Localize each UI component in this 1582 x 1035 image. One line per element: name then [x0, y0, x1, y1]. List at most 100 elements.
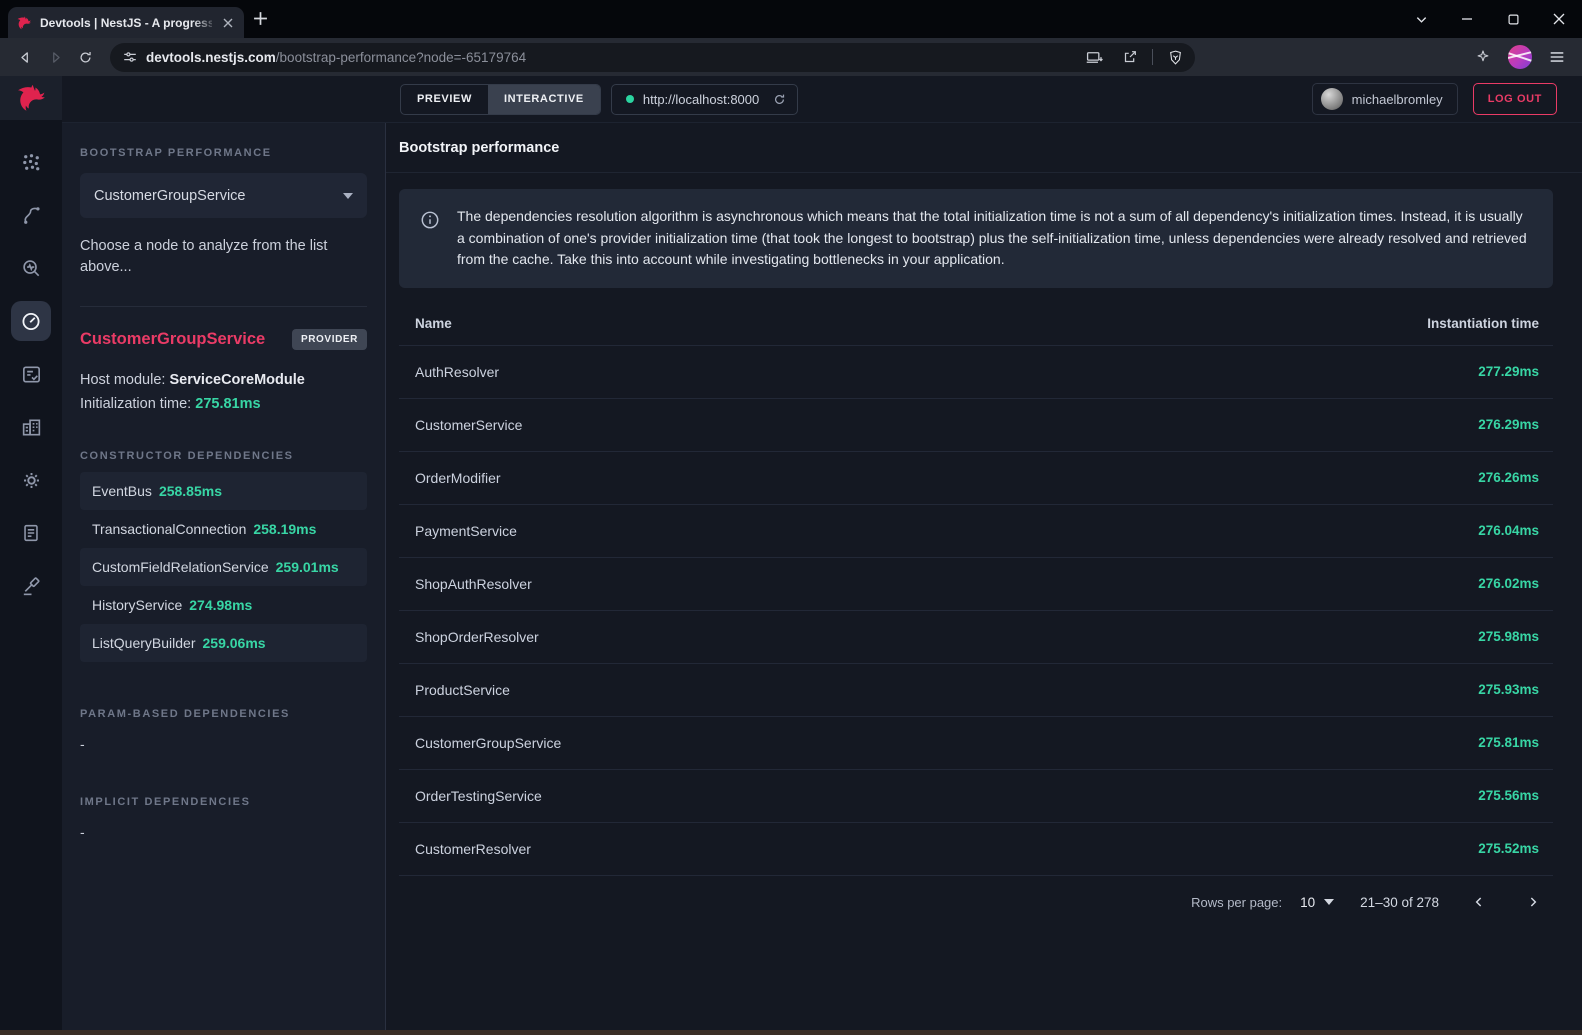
settings-icon[interactable] — [11, 460, 51, 500]
dependency-name: TransactionalConnection — [92, 521, 246, 537]
send-to-device-icon[interactable] — [1080, 44, 1108, 70]
performance-icon[interactable] — [11, 301, 51, 341]
row-name: CustomerGroupService — [415, 735, 1478, 751]
dependency-name: HistoryService — [92, 597, 182, 613]
info-text: The dependencies resolution algorithm is… — [457, 206, 1533, 271]
dependency-time: 258.85ms — [159, 483, 222, 499]
graph-icon[interactable] — [11, 142, 51, 182]
row-name: ProductService — [415, 682, 1478, 698]
url-host: devtools.nestjs.com — [146, 50, 276, 65]
dependency-item[interactable]: CustomFieldRelationService 259.01ms — [80, 548, 367, 586]
back-button[interactable] — [10, 42, 40, 72]
brave-shield-icon[interactable] — [1161, 44, 1189, 70]
browser-tab[interactable]: Devtools | NestJS - A progressive — [8, 7, 244, 38]
dependency-name: EventBus — [92, 483, 152, 499]
dependency-item[interactable]: TransactionalConnection 258.19ms — [80, 510, 367, 548]
table-row[interactable]: ProductService 275.93ms — [399, 663, 1553, 716]
forward-button[interactable] — [40, 42, 70, 72]
row-name: PaymentService — [415, 523, 1478, 539]
column-name: Name — [415, 316, 1427, 331]
panel-heading: BOOTSTRAP PERFORMANCE — [80, 147, 367, 159]
table-row[interactable]: OrderModifier 276.26ms — [399, 451, 1553, 504]
table-row[interactable]: PaymentService 276.04ms — [399, 504, 1553, 557]
user-chip[interactable]: michaelbromley — [1312, 83, 1458, 115]
window-minimize-button[interactable] — [1444, 0, 1490, 38]
audit-icon[interactable] — [11, 354, 51, 394]
browser-menu-icon[interactable] — [1542, 42, 1572, 72]
row-time: 275.98ms — [1478, 629, 1539, 644]
window-maximize-button[interactable] — [1490, 0, 1536, 38]
next-page-button[interactable] — [1519, 888, 1547, 916]
devtools-app: PREVIEW INTERACTIVE http://localhost:800… — [0, 76, 1582, 1030]
nestjs-logo[interactable] — [0, 76, 62, 120]
info-icon — [419, 209, 441, 231]
column-instantiation-time: Instantiation time — [1427, 316, 1539, 331]
param-deps-empty: - — [80, 736, 367, 752]
share-icon[interactable] — [1116, 44, 1144, 70]
dependency-item[interactable]: HistoryService 274.98ms — [80, 586, 367, 624]
window-close-button[interactable] — [1536, 0, 1582, 38]
node-select[interactable]: CustomerGroupService — [80, 173, 367, 218]
provider-badge: PROVIDER — [292, 329, 367, 350]
browser-toolbar: devtools.nestjs.com/bootstrap-performanc… — [0, 38, 1582, 76]
pagination-range: 21–30 of 278 — [1360, 895, 1439, 910]
table-row[interactable]: CustomerService 276.29ms — [399, 398, 1553, 451]
rail-nav — [11, 142, 51, 606]
row-name: OrderTestingService — [415, 788, 1478, 804]
tab-close-icon[interactable] — [220, 15, 236, 31]
row-name: CustomerService — [415, 417, 1478, 433]
rows-per-page-label: Rows per page: — [1191, 895, 1282, 910]
constructor-deps-list: EventBus 258.85ms TransactionalConnectio… — [80, 472, 367, 662]
rows-per-page-select[interactable]: 10 — [1300, 895, 1334, 910]
row-name: ShopAuthResolver — [415, 576, 1478, 592]
chevron-down-icon — [1324, 899, 1334, 905]
init-time-label: Initialization time: — [80, 396, 191, 412]
row-name: AuthResolver — [415, 364, 1478, 380]
table-row[interactable]: ShopOrderResolver 275.98ms — [399, 610, 1553, 663]
leo-sparkle-icon[interactable] — [1468, 42, 1498, 72]
info-box: The dependencies resolution algorithm is… — [399, 189, 1553, 288]
tab-title-fade — [192, 14, 218, 34]
row-time: 275.81ms — [1478, 735, 1539, 750]
site-settings-tune-icon[interactable] — [122, 49, 138, 65]
dependency-item[interactable]: EventBus 258.85ms — [80, 472, 367, 510]
inspect-icon[interactable] — [11, 248, 51, 288]
dependency-item[interactable]: ListQueryBuilder 259.06ms — [80, 624, 367, 662]
app-header: PREVIEW INTERACTIVE http://localhost:800… — [62, 76, 1582, 123]
dependency-name: CustomFieldRelationService — [92, 559, 269, 575]
app-body: BOOTSTRAP PERFORMANCE CustomerGroupServi… — [62, 123, 1582, 1030]
dependency-time: 258.19ms — [253, 521, 316, 537]
new-tab-button[interactable] — [253, 11, 268, 26]
table-row[interactable]: AuthResolver 277.29ms — [399, 345, 1553, 398]
refresh-target-icon[interactable] — [772, 92, 787, 107]
tab-preview[interactable]: PREVIEW — [401, 85, 488, 114]
implicit-deps-empty: - — [80, 824, 367, 840]
desktop-wallpaper-edge — [0, 1030, 1582, 1035]
target-url: http://localhost:8000 — [643, 92, 759, 107]
routes-icon[interactable] — [11, 195, 51, 235]
address-bar[interactable]: devtools.nestjs.com/bootstrap-performanc… — [110, 43, 1195, 72]
table-header: Name Instantiation time — [399, 302, 1553, 345]
target-url-box[interactable]: http://localhost:8000 — [611, 84, 798, 115]
row-name: OrderModifier — [415, 470, 1478, 486]
build-icon[interactable] — [11, 566, 51, 606]
row-time: 276.02ms — [1478, 576, 1539, 591]
row-time: 275.52ms — [1478, 841, 1539, 856]
browser-profile-avatar[interactable] — [1508, 45, 1532, 69]
table-row[interactable]: ShopAuthResolver 276.02ms — [399, 557, 1553, 610]
modules-icon[interactable] — [11, 407, 51, 447]
pagination: Rows per page: 10 21–30 of 278 — [399, 875, 1553, 929]
tab-interactive[interactable]: INTERACTIVE — [488, 85, 600, 114]
param-deps-heading: PARAM-BASED DEPENDENCIES — [80, 708, 367, 720]
previous-page-button[interactable] — [1465, 888, 1493, 916]
main-content: Bootstrap performance The dependencies r… — [386, 123, 1582, 1030]
logout-button[interactable]: LOG OUT — [1473, 83, 1557, 115]
docs-icon[interactable] — [11, 513, 51, 553]
table-rows: AuthResolver 277.29ms CustomerService 27… — [399, 345, 1553, 875]
table-row[interactable]: OrderTestingService 275.56ms — [399, 769, 1553, 822]
table-row[interactable]: CustomerGroupService 275.81ms — [399, 716, 1553, 769]
tab-search-chevron-icon[interactable] — [1398, 0, 1444, 38]
reload-button[interactable] — [70, 42, 100, 72]
table-row[interactable]: CustomerResolver 275.52ms — [399, 822, 1553, 875]
url-path: /bootstrap-performance?node=-65179764 — [276, 50, 526, 65]
